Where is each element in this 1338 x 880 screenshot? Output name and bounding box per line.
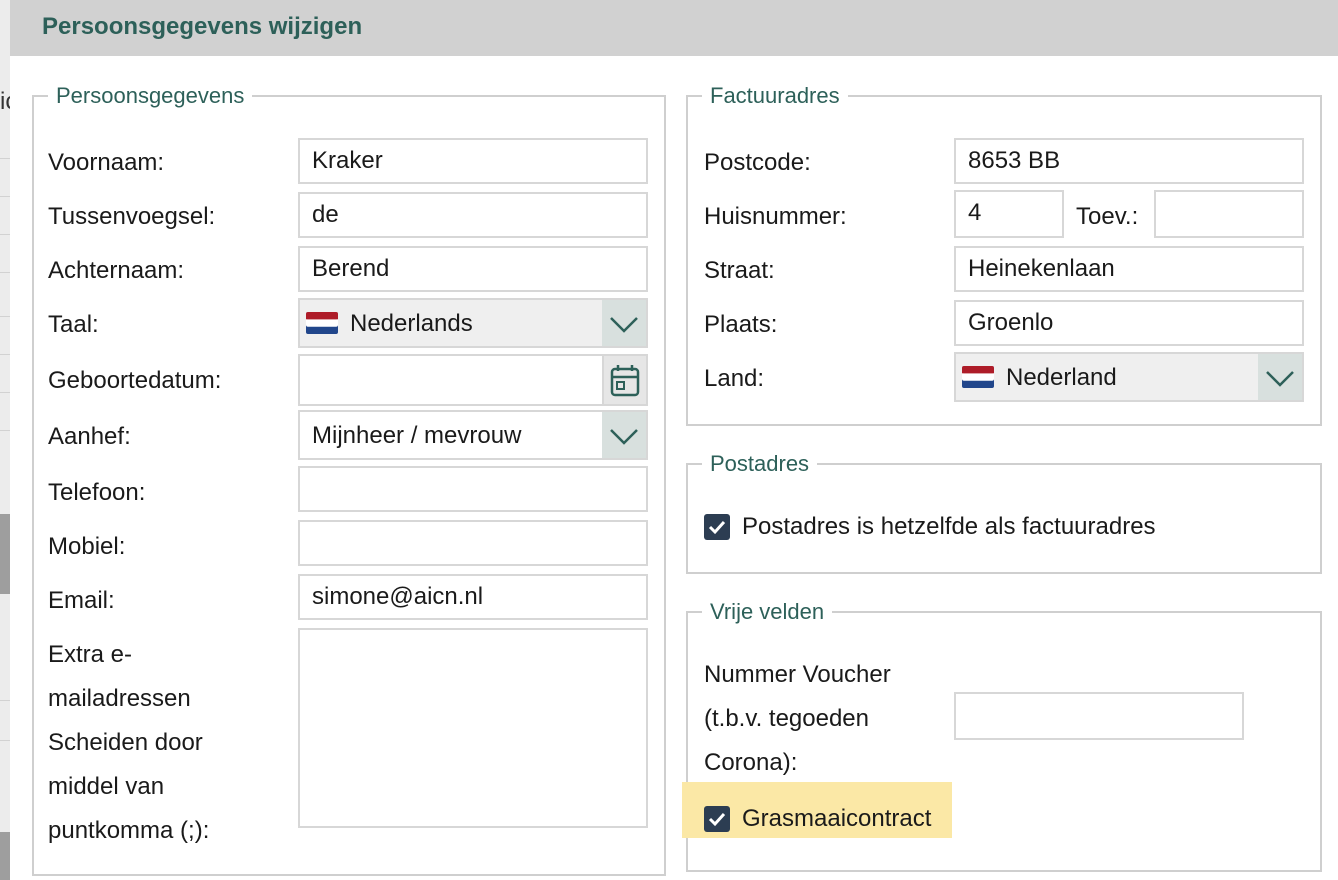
chevron-down-icon[interactable] bbox=[602, 412, 646, 458]
checkmark-icon bbox=[708, 520, 726, 535]
postal-legend: Postadres bbox=[710, 451, 810, 476]
extra-email-label-line: middel van bbox=[48, 773, 165, 800]
toevoeging-input[interactable] bbox=[1154, 190, 1304, 238]
extra-email-label-line: puntkomma (;): bbox=[48, 817, 210, 844]
grasmaaicontract-label[interactable]: Grasmaaicontract bbox=[742, 805, 931, 833]
land-select[interactable]: Nederland bbox=[954, 352, 1304, 402]
email-input[interactable]: simone@aicn.nl bbox=[298, 574, 648, 620]
email-label: Email: bbox=[48, 587, 115, 614]
personal-legend: Persoonsgegevens bbox=[56, 83, 245, 108]
taal-select[interactable]: Nederlands bbox=[298, 298, 648, 348]
postcode-input[interactable]: 8653 BB bbox=[954, 138, 1304, 184]
aanhef-select[interactable]: Mijnheer / mevrouw bbox=[298, 410, 648, 460]
plaats-label: Plaats: bbox=[704, 311, 778, 338]
dialog-titlebar: Persoonsgegevens wijzigen bbox=[10, 0, 1338, 56]
billing-legend: Factuuradres bbox=[710, 83, 840, 108]
chevron-down-icon[interactable] bbox=[602, 300, 646, 346]
mobiel-label: Mobiel: bbox=[48, 533, 126, 560]
plaats-input[interactable]: Groenlo bbox=[954, 300, 1304, 346]
geboortedatum-label: Geboortedatum: bbox=[48, 367, 222, 394]
voornaam-input[interactable]: Kraker bbox=[298, 138, 648, 184]
tussenvoegsel-input[interactable]: de bbox=[298, 192, 648, 238]
aanhef-value: Mijnheer / mevrouw bbox=[312, 422, 522, 449]
taal-label: Taal: bbox=[48, 311, 99, 338]
geboortedatum-input[interactable] bbox=[298, 354, 648, 406]
telefoon-input[interactable] bbox=[298, 466, 648, 512]
achternaam-label: Achternaam: bbox=[48, 257, 185, 284]
dutch-flag-icon bbox=[962, 366, 994, 388]
achternaam-input[interactable]: Berend bbox=[298, 246, 648, 292]
same-as-billing-label[interactable]: Postadres is hetzelfde als factuuradres bbox=[742, 513, 1156, 541]
extra-email-label-line: Scheiden door bbox=[48, 729, 203, 756]
toevoeging-label: Toev.: bbox=[1076, 203, 1139, 230]
edit-person-dialog: Persoonsgegevens wijzigen Persoonsgegeve… bbox=[10, 0, 1338, 880]
dialog-title: Persoonsgegevens wijzigen bbox=[42, 13, 363, 40]
grasmaaicontract-checkbox[interactable] bbox=[704, 806, 730, 832]
straat-label: Straat: bbox=[704, 257, 775, 284]
chevron-down-icon[interactable] bbox=[1258, 354, 1302, 400]
land-value: Nederland bbox=[1006, 364, 1117, 391]
tussenvoegsel-label: Tussenvoegsel: bbox=[48, 203, 216, 230]
taal-value: Nederlands bbox=[350, 310, 473, 337]
dutch-flag-icon bbox=[306, 312, 338, 334]
mobiel-input[interactable] bbox=[298, 520, 648, 566]
huisnummer-label: Huisnummer: bbox=[704, 203, 847, 230]
extra-email-label-line: mailadressen bbox=[48, 685, 191, 712]
straat-input[interactable]: Heinekenlaan bbox=[954, 246, 1304, 292]
extra-email-textarea[interactable] bbox=[298, 628, 648, 828]
voucher-input[interactable] bbox=[954, 692, 1244, 740]
same-as-billing-checkbox[interactable] bbox=[704, 514, 730, 540]
checkmark-icon bbox=[708, 812, 726, 827]
calendar-icon[interactable] bbox=[602, 356, 646, 404]
telefoon-label: Telefoon: bbox=[48, 479, 146, 506]
voucher-label-line: Corona): bbox=[704, 749, 798, 776]
aanhef-label: Aanhef: bbox=[48, 423, 131, 450]
voornaam-label: Voornaam: bbox=[48, 149, 165, 176]
postcode-label: Postcode: bbox=[704, 149, 811, 176]
voucher-label-line: Nummer Voucher bbox=[704, 661, 891, 688]
huisnummer-input[interactable]: 4 bbox=[954, 190, 1064, 238]
voucher-label-line: (t.b.v. tegoeden bbox=[704, 705, 869, 732]
free-fields-legend: Vrije velden bbox=[710, 599, 825, 624]
land-label: Land: bbox=[704, 365, 765, 392]
extra-email-label-line: Extra e- bbox=[48, 641, 133, 668]
